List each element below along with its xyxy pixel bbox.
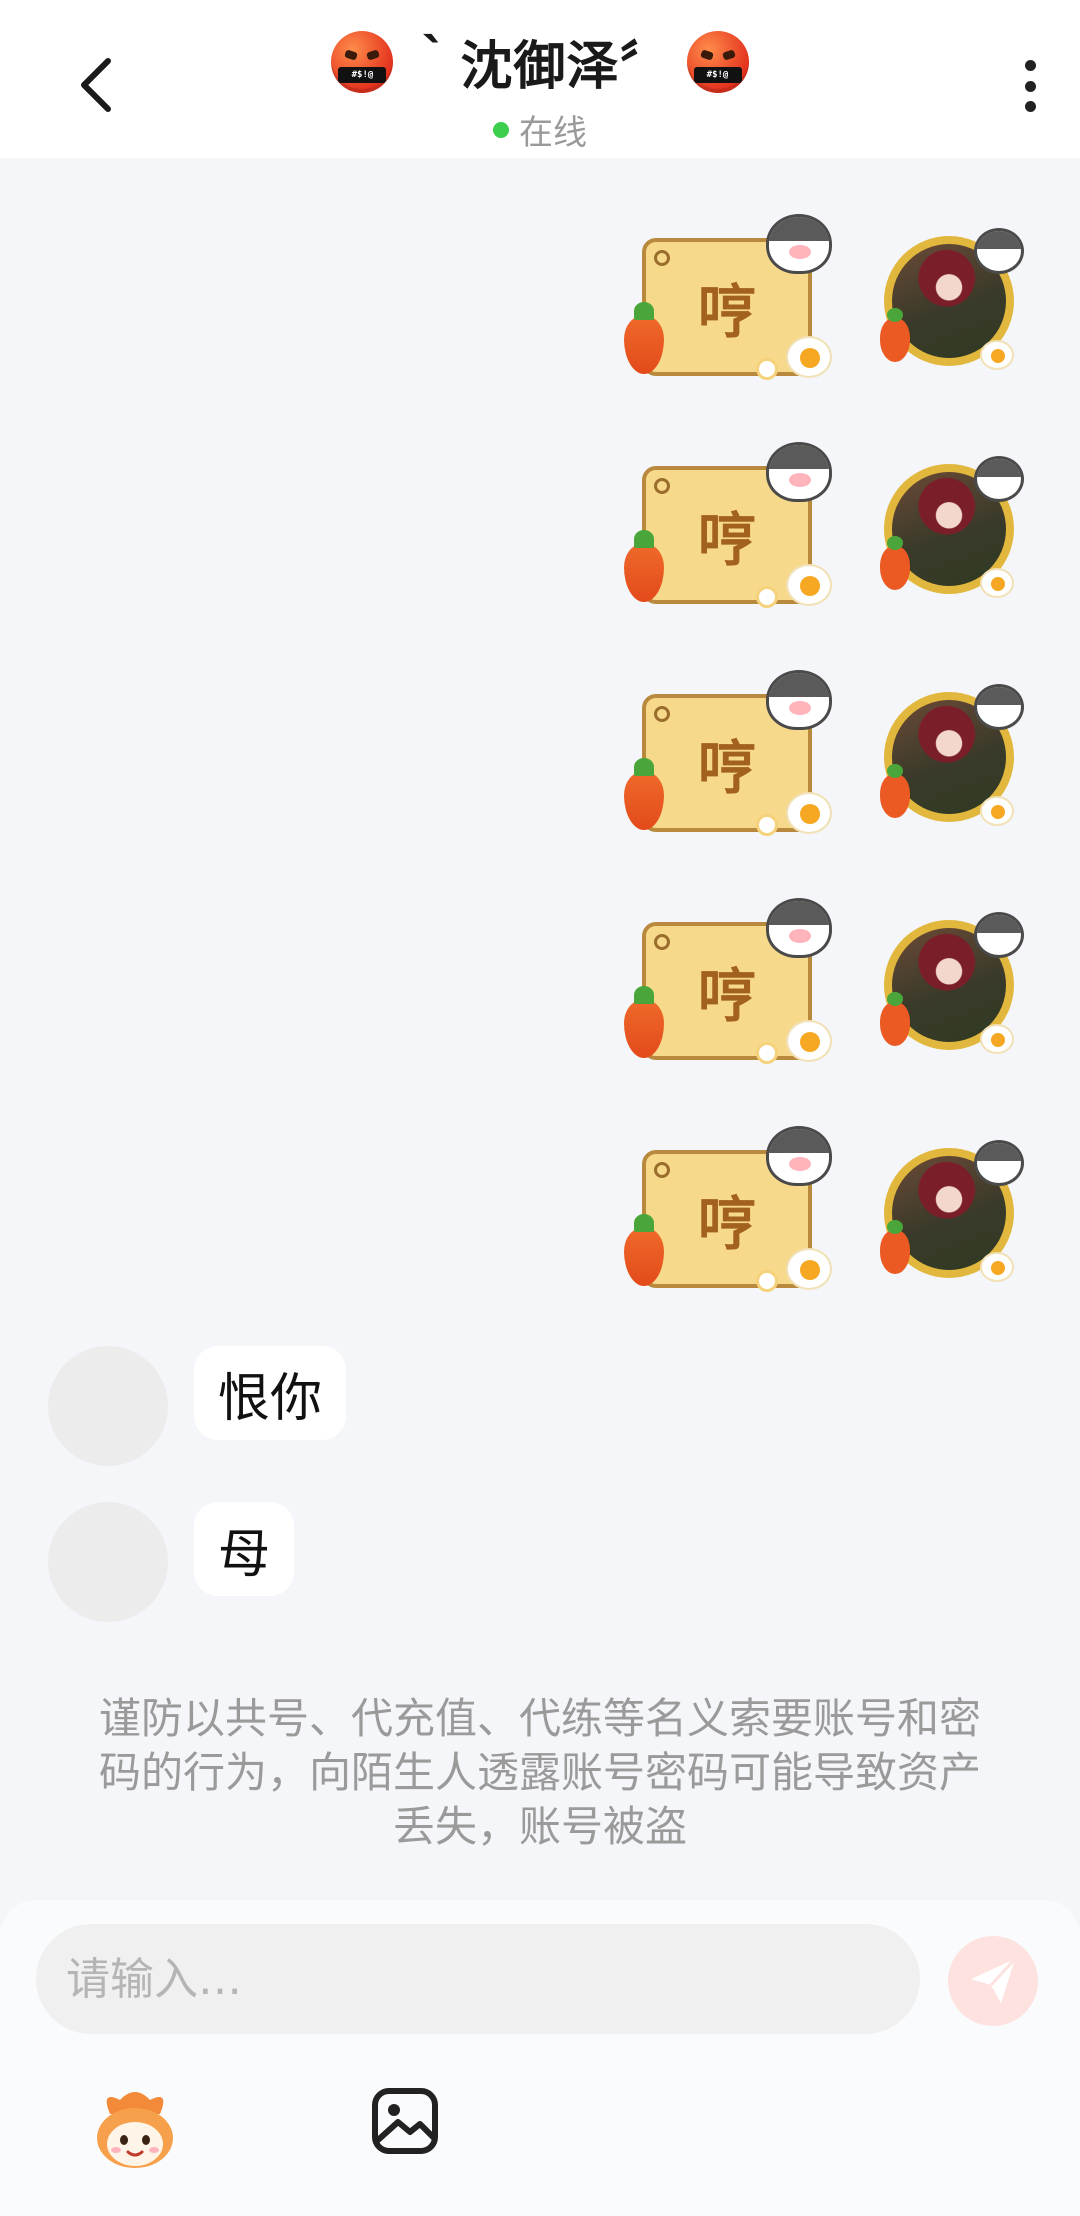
more-options-button[interactable] bbox=[1010, 56, 1050, 116]
sent-sticker-message[interactable]: 哼 bbox=[0, 1120, 1080, 1300]
my-avatar[interactable] bbox=[880, 456, 1024, 598]
egg-icon bbox=[980, 1024, 1014, 1054]
egg-icon bbox=[786, 336, 832, 378]
chat-header: #$!@ ｀沈御泽〞 #$!@ 在线 bbox=[0, 0, 1080, 158]
input-panel bbox=[0, 1900, 1080, 2216]
sticker-image[interactable]: 哼 bbox=[622, 892, 842, 1072]
cat-icon bbox=[974, 456, 1024, 502]
cat-icon bbox=[766, 1126, 832, 1186]
cat-icon bbox=[766, 214, 832, 274]
send-button[interactable] bbox=[948, 1936, 1038, 2026]
carrot-icon bbox=[880, 764, 910, 818]
received-message: 恨你 bbox=[0, 1346, 1080, 1466]
flower-icon bbox=[756, 586, 778, 608]
carrot-icon bbox=[880, 308, 910, 362]
emoji-mascot-button[interactable] bbox=[90, 2084, 180, 2174]
message-bubble[interactable]: 恨你 bbox=[194, 1346, 347, 1440]
message-bubble[interactable]: 母 bbox=[194, 1502, 295, 1596]
sent-sticker-message[interactable]: 哼 bbox=[0, 892, 1080, 1072]
egg-icon bbox=[786, 1020, 832, 1062]
sent-sticker-message[interactable]: 哼 bbox=[0, 664, 1080, 844]
angry-face-icon: #$!@ bbox=[331, 30, 394, 93]
received-message: 母 bbox=[0, 1502, 1080, 1622]
sent-sticker-message[interactable]: 哼 bbox=[0, 208, 1080, 388]
my-avatar[interactable] bbox=[880, 1140, 1024, 1282]
online-status: 在线 bbox=[0, 105, 1080, 154]
flower-icon bbox=[756, 1270, 778, 1292]
more-vertical-icon bbox=[1024, 60, 1036, 71]
my-avatar[interactable] bbox=[880, 912, 1024, 1054]
cat-icon bbox=[766, 898, 832, 958]
online-dot-icon bbox=[493, 121, 509, 138]
cat-icon bbox=[974, 684, 1024, 730]
flower-icon bbox=[756, 1042, 778, 1064]
flower-icon bbox=[756, 814, 778, 836]
egg-icon bbox=[980, 796, 1014, 826]
flower-icon bbox=[756, 358, 778, 380]
egg-icon bbox=[980, 340, 1014, 370]
cat-icon bbox=[974, 1140, 1024, 1186]
my-avatar[interactable] bbox=[880, 228, 1024, 370]
cat-icon bbox=[974, 912, 1024, 958]
status-label: 在线 bbox=[519, 113, 587, 153]
security-notice: 谨防以共号、代充值、代练等名义索要账号和密码的行为，向陌生人透露账号密码可能导致… bbox=[98, 1694, 981, 1851]
angry-face-icon: #$!@ bbox=[686, 30, 749, 93]
cat-icon bbox=[974, 228, 1024, 274]
cat-icon bbox=[766, 442, 832, 502]
emoji-mascot-icon bbox=[97, 2092, 173, 2168]
sticker-image[interactable]: 哼 bbox=[622, 1120, 842, 1300]
my-avatar[interactable] bbox=[880, 684, 1024, 826]
sticker-image[interactable]: 哼 bbox=[622, 436, 842, 616]
contact-name: ｀沈御泽〞 bbox=[407, 37, 673, 97]
carrot-icon bbox=[880, 1220, 910, 1274]
image-icon bbox=[372, 2088, 438, 2154]
egg-icon bbox=[786, 564, 832, 606]
image-picker-button[interactable] bbox=[370, 2086, 440, 2156]
sticker-image[interactable]: 哼 bbox=[622, 208, 842, 388]
message-input[interactable] bbox=[66, 1953, 920, 2005]
carrot-icon bbox=[880, 992, 910, 1046]
egg-icon bbox=[980, 568, 1014, 598]
chat-title-area: #$!@ ｀沈御泽〞 #$!@ 在线 bbox=[0, 24, 1080, 154]
cat-icon bbox=[766, 670, 832, 730]
send-icon bbox=[971, 1957, 1017, 2003]
message-input-box[interactable] bbox=[36, 1924, 920, 2034]
egg-icon bbox=[786, 1248, 832, 1290]
sticker-image[interactable]: 哼 bbox=[622, 664, 842, 844]
egg-icon bbox=[786, 792, 832, 834]
contact-avatar[interactable] bbox=[48, 1346, 168, 1466]
sent-sticker-message[interactable]: 哼 bbox=[0, 436, 1080, 616]
contact-avatar[interactable] bbox=[48, 1502, 168, 1622]
carrot-icon bbox=[880, 536, 910, 590]
egg-icon bbox=[980, 1252, 1014, 1282]
